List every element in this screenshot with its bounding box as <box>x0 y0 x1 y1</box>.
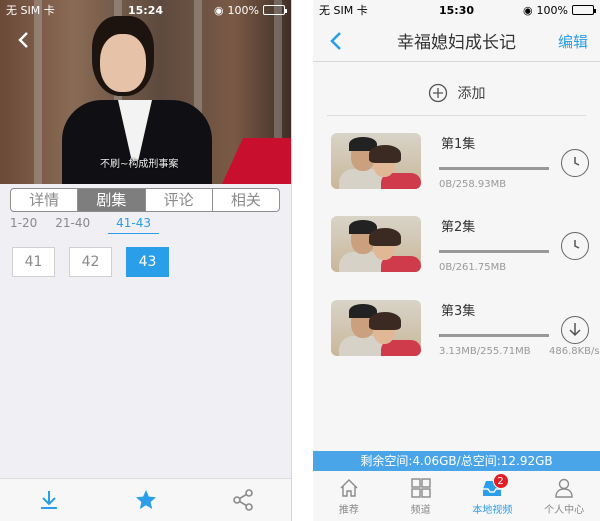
range-1-20[interactable]: 1-20 <box>10 216 37 234</box>
notification-badge: 2 <box>492 473 509 489</box>
episode-title: 第2集 <box>441 220 476 235</box>
download-size: 3.13MB/255.71MB <box>439 346 531 357</box>
add-label: 添加 <box>457 85 486 102</box>
download-progress-bar <box>439 250 549 253</box>
share-icon <box>233 489 254 511</box>
share-button[interactable] <box>231 488 255 512</box>
page-title: 幸福媳妇成长记 <box>397 33 516 53</box>
action-toolbar <box>0 478 291 521</box>
episode-button-43[interactable]: 43 <box>126 247 169 277</box>
download-button[interactable] <box>37 488 61 512</box>
episode-thumbnail <box>331 133 421 189</box>
download-size: 0B/258.93MB <box>439 179 507 190</box>
tab-profile[interactable]: 个人中心 <box>528 471 600 521</box>
tab-episodes[interactable]: 剧集 <box>78 189 146 211</box>
tab-local-videos[interactable]: 本地视频 2 <box>457 471 529 521</box>
bottom-tab-bar: 推荐 频道 本地视频 2 个人中心 <box>313 471 600 521</box>
favorite-button[interactable] <box>134 488 158 512</box>
range-21-40[interactable]: 21-40 <box>55 216 90 234</box>
battery-icon <box>572 5 596 15</box>
download-speed: 486.8KB/s <box>549 346 600 357</box>
tab-recommend[interactable]: 推荐 <box>313 471 385 521</box>
download-progress-bar <box>439 167 549 170</box>
download-active-button[interactable] <box>561 316 589 344</box>
download-item[interactable]: 第1集 0B/258.93MB <box>313 133 600 213</box>
video-subtitle: 不刷~构成刑事案 <box>100 159 179 170</box>
edit-button[interactable]: 编辑 <box>558 31 588 52</box>
tab-label: 个人中心 <box>544 504 585 516</box>
star-icon <box>135 490 156 509</box>
episode-button-42[interactable]: 42 <box>69 247 112 277</box>
tab-comments[interactable]: 评论 <box>146 189 213 211</box>
tab-details[interactable]: 详情 <box>11 189 79 211</box>
tab-label: 推荐 <box>338 504 359 516</box>
status-bar: 无 SIM 卡 15:24 ◉ 100% <box>0 0 291 20</box>
download-waiting-button[interactable] <box>561 232 589 260</box>
carrier-label: 无 SIM 卡 <box>6 4 55 17</box>
download-progress-bar <box>439 334 549 337</box>
tab-related[interactable]: 相关 <box>213 189 279 211</box>
download-arrow-icon <box>569 323 581 337</box>
tab-channels[interactable]: 频道 <box>385 471 457 521</box>
episode-thumbnail <box>331 216 421 272</box>
grid-icon <box>410 477 432 499</box>
back-button[interactable] <box>327 30 347 52</box>
battery-percent: 100% <box>227 3 259 17</box>
download-item[interactable]: 第3集 3.13MB/255.71MB 486.8KB/s <box>313 300 600 380</box>
episode-grid: 41 42 43 <box>12 247 169 277</box>
detail-tab-bar: 详情 剧集 评论 相关 <box>10 188 280 212</box>
person-icon <box>553 477 575 499</box>
storage-info-bar: 剩余空间:4.06GB/总空间:12.92GB <box>313 451 600 471</box>
episode-title: 第3集 <box>441 304 476 319</box>
battery-percent: 100% <box>536 3 568 17</box>
carrier-label: 无 SIM 卡 <box>319 4 368 17</box>
local-downloads-screen: 无 SIM 卡 15:30 ◉ 100% 幸福媳妇成长记 编辑 添加 第1集 0… <box>313 0 600 521</box>
clock-icon <box>574 240 580 249</box>
lock-rotation-icon: ◉ <box>213 3 224 17</box>
download-item[interactable]: 第2集 0B/261.75MB <box>313 216 600 296</box>
tab-label: 本地视频 <box>472 504 513 516</box>
episode-range-selector: 1-20 21-40 41-43 <box>10 216 159 234</box>
battery-icon <box>263 5 287 15</box>
home-icon <box>338 477 360 499</box>
chevron-left-icon <box>330 32 341 50</box>
video-player[interactable]: 不刷~构成刑事案 <box>0 0 291 184</box>
episode-button-41[interactable]: 41 <box>12 247 55 277</box>
download-icon <box>40 491 57 509</box>
tab-label: 频道 <box>410 504 431 516</box>
download-waiting-button[interactable] <box>561 149 589 177</box>
status-bar: 无 SIM 卡 15:30 ◉ 100% <box>313 0 600 20</box>
clock-icon <box>574 157 580 166</box>
back-button[interactable] <box>14 30 34 50</box>
episode-title: 第1集 <box>441 137 476 152</box>
video-detail-screen: 不刷~构成刑事案 无 SIM 卡 15:24 ◉ 100% 详情 剧集 评论 相… <box>0 0 292 521</box>
lock-rotation-icon: ◉ <box>522 3 533 17</box>
nav-bar: 幸福媳妇成长记 编辑 <box>313 20 600 62</box>
plus-circle-icon <box>428 83 448 103</box>
download-size: 0B/261.75MB <box>439 262 507 273</box>
range-41-43[interactable]: 41-43 <box>108 216 159 234</box>
episode-thumbnail <box>331 300 421 356</box>
add-button[interactable]: 添加 <box>327 70 586 116</box>
chevron-left-icon <box>18 32 28 48</box>
